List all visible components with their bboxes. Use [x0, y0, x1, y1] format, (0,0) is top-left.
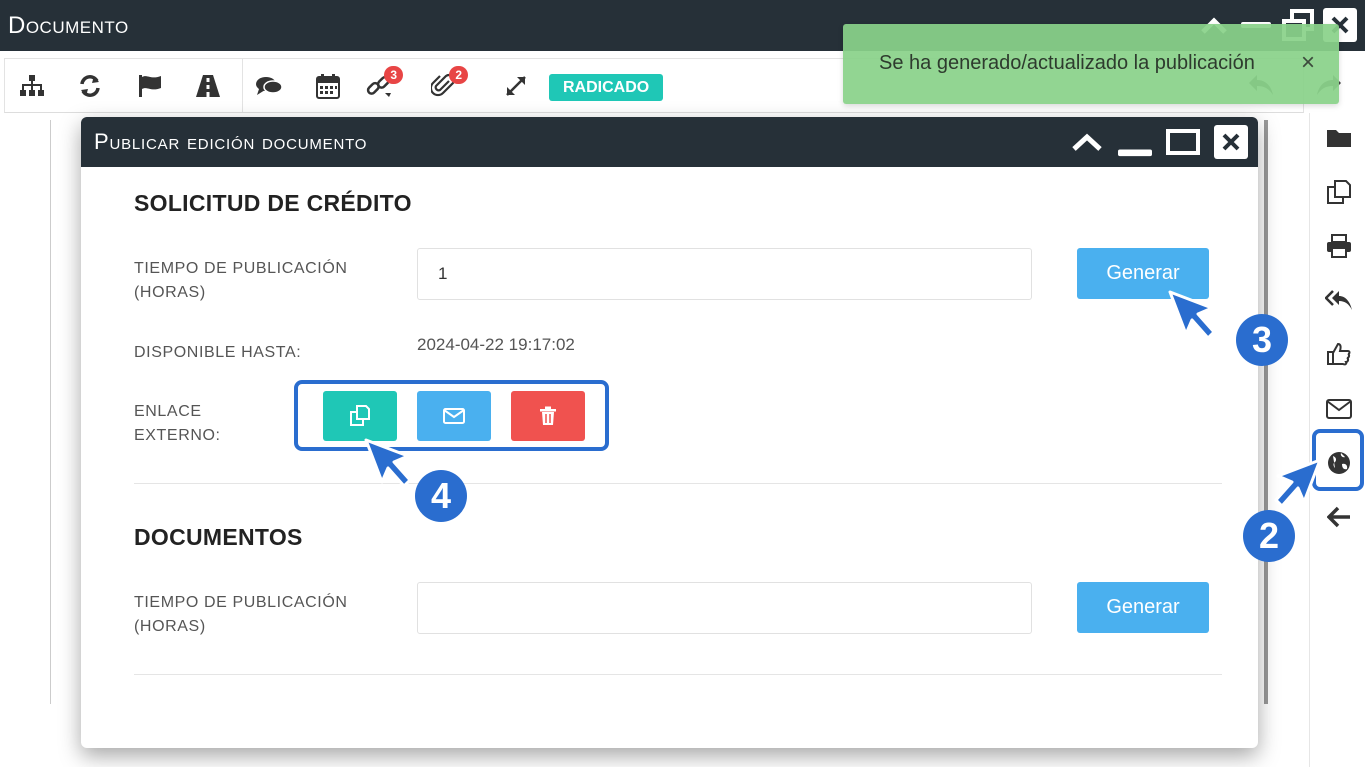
links-badge: 3 [384, 66, 403, 84]
available-until-value: 2024-04-22 19:17:02 [417, 335, 575, 354]
refresh-icon [80, 75, 100, 97]
refresh-button[interactable] [73, 70, 107, 102]
collapse-dialog-button[interactable] [1070, 125, 1104, 159]
section-title-credit: SOLICITUD DE CRÉDITO [134, 190, 412, 216]
comments-icon [256, 77, 283, 95]
flag-icon [139, 75, 161, 97]
attachments-badge: 2 [449, 66, 468, 84]
envelope-icon [443, 408, 465, 424]
sidebar-reply-all-button[interactable] [1324, 285, 1354, 315]
minimize-icon [1118, 149, 1152, 157]
section-divider [134, 483, 1222, 484]
road-button[interactable] [191, 70, 225, 102]
sidebar-copy-button[interactable] [1324, 177, 1354, 207]
reply-all-icon [1325, 290, 1352, 310]
road-icon [196, 75, 220, 97]
publish-dialog: Publicar edición documento SOLICITUD DE … [81, 117, 1258, 748]
delete-link-button[interactable] [511, 391, 585, 441]
links-button[interactable]: 3 [361, 66, 403, 102]
attachments-button[interactable]: 2 [426, 66, 468, 102]
sidebar-like-button[interactable] [1324, 339, 1354, 369]
sitemap-button[interactable] [15, 70, 49, 102]
pointer-arrow-icon [1168, 290, 1216, 340]
expand-button[interactable] [499, 70, 533, 102]
sidebar-back-button[interactable] [1324, 502, 1354, 532]
toolbar-separator [242, 59, 243, 112]
copy-icon [1327, 180, 1351, 204]
trash-icon [540, 406, 556, 425]
toast-message: Se ha generado/actualizado la publicació… [879, 52, 1255, 74]
calendar-icon [316, 74, 340, 99]
external-link-label: ENLACE EXTERNO: [134, 403, 221, 444]
folder-icon [1327, 130, 1351, 147]
generate-button-documents[interactable]: Generar [1077, 582, 1209, 633]
toast-close-button[interactable]: × [1301, 49, 1315, 77]
calendar-button[interactable] [311, 70, 345, 102]
dialog-header: Publicar edición documento [81, 117, 1258, 167]
sidebar-email-button[interactable] [1324, 394, 1354, 424]
available-until-label: DISPONIBLE HASTA: [134, 344, 302, 361]
maximize-icon [1166, 129, 1200, 155]
arrow-left-icon [1327, 506, 1350, 528]
sitemap-icon [20, 75, 44, 96]
success-toast: Se ha generado/actualizado la publicació… [843, 24, 1339, 104]
window-title: Documento [8, 12, 129, 39]
publish-time-input-credit[interactable] [417, 248, 1032, 300]
dialog-title: Publicar edición documento [94, 129, 368, 154]
chevron-up-icon [1072, 133, 1102, 151]
step-2-marker: 2 [1243, 510, 1295, 562]
section-title-documents: DOCUMENTOS [134, 524, 303, 550]
sidebar-folder-button[interactable] [1324, 123, 1354, 153]
publish-time-label: TIEMPO DE PUBLICACIÓN (HORAS) [134, 594, 348, 635]
envelope-icon [1326, 399, 1352, 419]
publish-time-input-documents[interactable] [417, 582, 1032, 634]
status-badge: RADICADO [549, 74, 664, 101]
step-3-marker: 3 [1236, 314, 1288, 366]
section-divider [134, 674, 1222, 675]
close-icon [1222, 133, 1240, 151]
minimize-dialog-button[interactable] [1118, 125, 1152, 159]
pointer-arrow-icon [364, 438, 412, 488]
close-dialog-button[interactable] [1214, 125, 1248, 159]
thumbs-up-icon [1327, 342, 1351, 366]
expand-icon [506, 76, 526, 96]
email-link-button[interactable] [417, 391, 491, 441]
dialog-controls [1070, 125, 1248, 159]
flag-button[interactable] [133, 70, 167, 102]
sidebar-print-button[interactable] [1324, 231, 1354, 261]
copy-icon [350, 405, 370, 426]
publish-time-label: TIEMPO DE PUBLICACIÓN (HORAS) [134, 260, 348, 301]
maximize-dialog-button[interactable] [1166, 125, 1200, 159]
comments-button[interactable] [252, 70, 286, 102]
step-4-marker: 4 [415, 470, 467, 522]
copy-link-button[interactable] [323, 391, 397, 441]
pointer-arrow-icon [1274, 458, 1322, 508]
print-icon [1327, 234, 1351, 258]
